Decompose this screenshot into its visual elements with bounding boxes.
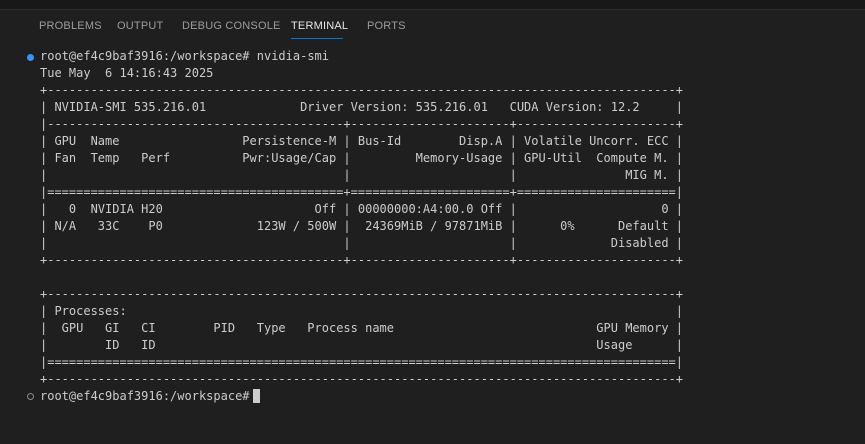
tab-output[interactable]: OUTPUT xyxy=(117,20,163,32)
output-line: | GPU GI CI PID Type Process name GPU Me… xyxy=(40,321,683,335)
output-line: |=======================================… xyxy=(40,355,683,369)
output-line: | ID ID Usage | xyxy=(40,338,683,352)
terminal-prompt: root@ef4c9baf3916:/workspace# xyxy=(40,389,250,403)
tab-terminal[interactable]: TERMINAL xyxy=(291,20,348,32)
output-line: | | | Disabled | xyxy=(40,236,683,250)
output-line: | N/A 33C P0 123W / 500W | 24369MiB / 97… xyxy=(40,219,683,233)
prompt-line[interactable]: root@ef4c9baf3916:/workspace# xyxy=(40,388,260,405)
active-tab-indicator xyxy=(291,38,343,39)
output-line: +---------------------------------------… xyxy=(40,83,683,97)
output-line: Tue May 6 14:16:43 2025 xyxy=(40,66,214,80)
output-line: | Processes: | xyxy=(40,304,683,318)
output-line: | NVIDIA-SMI 535.216.01 Driver Version: … xyxy=(40,100,683,114)
command-pending-icon[interactable] xyxy=(27,393,34,400)
panel-tab-bar: PROBLEMS OUTPUT DEBUG CONSOLE TERMINAL P… xyxy=(0,10,865,40)
tab-problems[interactable]: PROBLEMS xyxy=(39,20,102,32)
output-line: | Fan Temp Perf Pwr:Usage/Cap | Memory-U… xyxy=(40,151,683,165)
command-line: root@ef4c9baf3916:/workspace# nvidia-smi xyxy=(40,48,329,65)
output-line: +---------------------------------------… xyxy=(40,372,683,386)
output-line: | 0 NVIDIA H20 Off | 00000000:A4:00.0 Of… xyxy=(40,202,683,216)
terminal-cursor xyxy=(252,389,260,403)
output-line: | | | MIG M. | xyxy=(40,168,683,182)
output-line: +---------------------------------------… xyxy=(40,253,683,267)
editor-top-border xyxy=(0,0,865,10)
output-line: |=======================================… xyxy=(40,185,683,199)
tab-debug-console[interactable]: DEBUG CONSOLE xyxy=(182,20,281,32)
output-line: +---------------------------------------… xyxy=(40,287,683,301)
output-line: |---------------------------------------… xyxy=(40,117,683,131)
terminal-prompt: root@ef4c9baf3916:/workspace# xyxy=(40,49,250,63)
command-success-icon[interactable] xyxy=(27,54,34,61)
output-line: | GPU Name Persistence-M | Bus-Id Disp.A… xyxy=(40,134,683,148)
terminal-command: nvidia-smi xyxy=(256,49,329,63)
terminal-area[interactable]: root@ef4c9baf3916:/workspace# nvidia-smi… xyxy=(0,40,865,444)
tab-ports[interactable]: PORTS xyxy=(367,20,406,32)
